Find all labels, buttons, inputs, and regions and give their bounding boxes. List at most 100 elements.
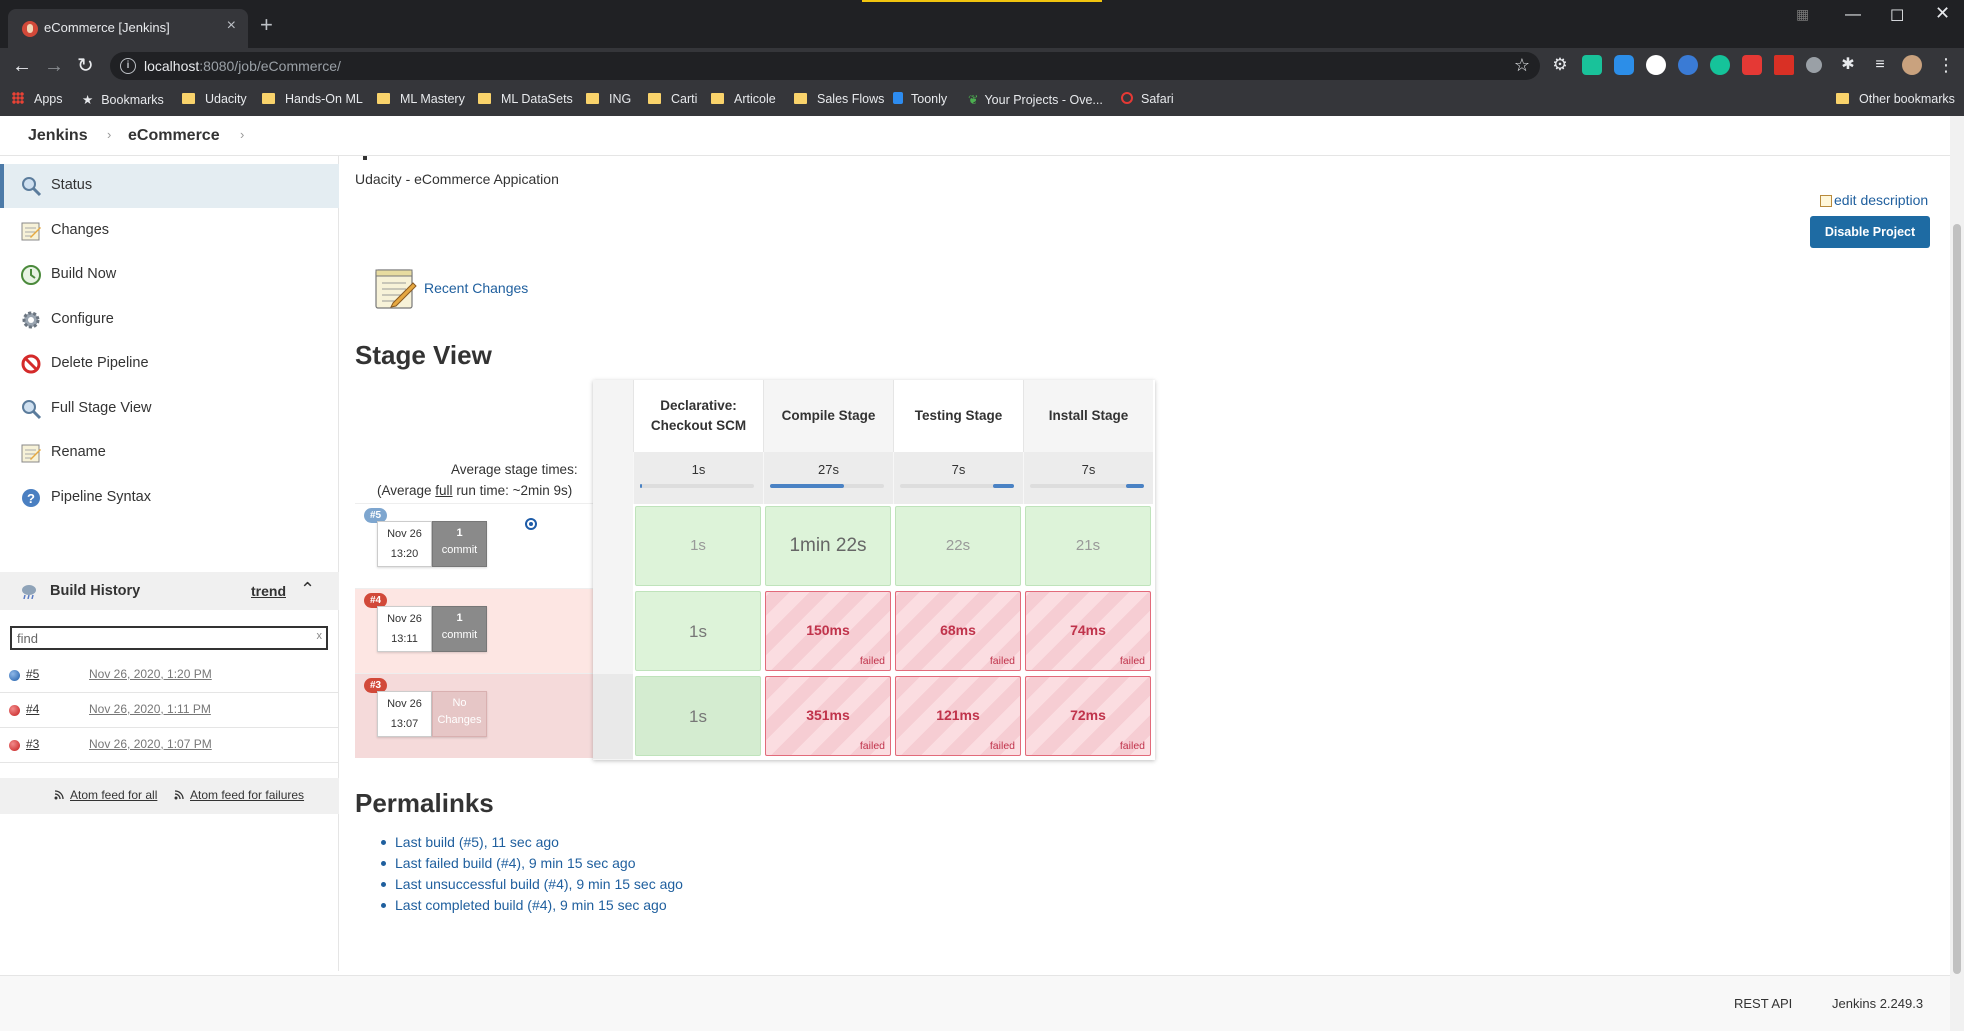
- extension-red-icon[interactable]: [1742, 55, 1762, 75]
- build-search-input[interactable]: [12, 628, 326, 648]
- bookmark-4[interactable]: Hands-On ML: [262, 92, 363, 106]
- new-tab-icon[interactable]: +: [260, 14, 273, 36]
- build-history-row: #5 Nov 26, 2020, 1:20 PM: [0, 658, 339, 693]
- bookmark-1[interactable]: Apps: [12, 92, 63, 106]
- build-row-4[interactable]: #4 Nov 26 13:11 1 commit: [355, 588, 593, 673]
- search-clear-icon[interactable]: x: [317, 630, 323, 642]
- bookmark-star-icon[interactable]: ☆: [1514, 55, 1530, 76]
- disable-project-button[interactable]: Disable Project: [1810, 216, 1930, 248]
- stage-cell[interactable]: 21s: [1025, 506, 1151, 586]
- reload-icon[interactable]: ↻: [77, 52, 94, 80]
- bookmark-10[interactable]: Sales Flows: [794, 92, 884, 106]
- extension-gray-icon[interactable]: [1806, 57, 1822, 73]
- recent-changes-link[interactable]: Recent Changes: [424, 280, 528, 296]
- sidebar-item-status[interactable]: Status: [0, 164, 339, 208]
- stage-cell[interactable]: 1s: [635, 676, 761, 756]
- bookmark-3[interactable]: Udacity: [182, 92, 247, 106]
- stage-cell[interactable]: 1min 22s: [765, 506, 891, 586]
- stage-cell[interactable]: 68ms failed: [895, 591, 1021, 671]
- build-history-search[interactable]: x: [10, 626, 328, 650]
- pdf-extension-icon[interactable]: [1774, 55, 1794, 75]
- stage-cell[interactable]: 74ms failed: [1025, 591, 1151, 671]
- jenkins-version[interactable]: Jenkins 2.249.3: [1832, 996, 1923, 1011]
- stage-cell[interactable]: 121ms failed: [895, 676, 1021, 756]
- build-number-link[interactable]: #4: [26, 702, 39, 716]
- minimize-icon[interactable]: —: [1845, 6, 1861, 24]
- sidebar-item-full-stage-view[interactable]: Full Stage View: [0, 387, 339, 431]
- bookmark-6[interactable]: ML DataSets: [478, 92, 573, 106]
- avg-full-link[interactable]: full: [435, 483, 452, 498]
- stage-cell[interactable]: 1s: [635, 506, 761, 586]
- site-info-icon[interactable]: i: [120, 58, 136, 74]
- maximize-icon[interactable]: ☐: [1890, 6, 1904, 26]
- build-changes-box[interactable]: 1 commit: [432, 606, 487, 652]
- bookmark-2[interactable]: ★ Bookmarks: [82, 92, 164, 107]
- reading-list-icon[interactable]: ≡: [1870, 55, 1890, 75]
- scrollbar-thumb[interactable]: [1953, 224, 1961, 974]
- trend-link[interactable]: trend: [251, 583, 286, 599]
- bookmark-8[interactable]: Carti: [648, 92, 697, 106]
- address-bar[interactable]: i localhost:8080/job/eCommerce/ ☆: [110, 52, 1540, 80]
- bookmark-9[interactable]: Articole: [711, 92, 776, 106]
- bookmark-12[interactable]: ❦ Your Projects - Ove...: [968, 92, 1103, 107]
- breadcrumb-ecommerce[interactable]: eCommerce: [128, 127, 220, 145]
- build-date-link[interactable]: Nov 26, 2020, 1:11 PM: [89, 702, 211, 716]
- url-host: localhost: [144, 58, 200, 74]
- sidebar-item-rename[interactable]: Rename: [0, 431, 339, 475]
- build-date-link[interactable]: Nov 26, 2020, 1:20 PM: [89, 667, 212, 681]
- collapse-chevron-icon[interactable]: ⌃: [300, 579, 315, 600]
- atom-feed-all-link[interactable]: Atom feed for all: [54, 788, 157, 802]
- build-row-5[interactable]: #5 Nov 26 13:20 1 commit: [355, 503, 593, 588]
- extension-gear-icon[interactable]: ⚙: [1550, 55, 1570, 75]
- bookmark-11[interactable]: Toonly: [893, 92, 947, 106]
- stage-cell[interactable]: 22s: [895, 506, 1021, 586]
- browser-menu-icon[interactable]: ⋮: [1936, 55, 1956, 75]
- rest-api-link[interactable]: REST API: [1734, 996, 1792, 1011]
- extensions-puzzle-icon[interactable]: ✱: [1838, 55, 1858, 75]
- build-changes-box[interactable]: No Changes: [432, 691, 487, 737]
- edit-description-link[interactable]: edit description: [1820, 192, 1928, 208]
- extension-circle-icon[interactable]: [1646, 55, 1666, 75]
- pause-input-icon[interactable]: [525, 518, 537, 530]
- extension-blue-icon[interactable]: [1678, 55, 1698, 75]
- browser-tab[interactable]: eCommerce [Jenkins] ×: [8, 9, 248, 48]
- sidebar-item-delete-pipeline[interactable]: Delete Pipeline: [0, 342, 339, 386]
- profile-avatar[interactable]: [1902, 55, 1922, 75]
- permalink-link[interactable]: Last build (#5), 11 sec ago: [381, 834, 559, 850]
- stage-cell[interactable]: 72ms failed: [1025, 676, 1151, 756]
- folder-icon: [478, 92, 501, 106]
- sidebar-item-configure[interactable]: Configure: [0, 298, 339, 342]
- stage-cell[interactable]: 150ms failed: [765, 591, 891, 671]
- grammarly-icon[interactable]: [1710, 55, 1730, 75]
- bookmark-label: ING: [609, 92, 632, 106]
- atom-feed-failures-link[interactable]: Atom feed for failures: [174, 788, 304, 802]
- back-icon[interactable]: ←: [12, 52, 32, 80]
- permalink-link[interactable]: Last completed build (#4), 9 min 15 sec …: [381, 897, 667, 913]
- sidebar-item-pipeline-syntax[interactable]: ? Pipeline Syntax: [0, 476, 339, 520]
- page-scrollbar[interactable]: [1950, 116, 1964, 1031]
- extension-cloud-icon[interactable]: [1614, 55, 1634, 75]
- build-changes-box[interactable]: 1 commit: [432, 521, 487, 567]
- build-date-link[interactable]: Nov 26, 2020, 1:07 PM: [89, 737, 212, 751]
- sidebar-item-build-now[interactable]: Build Now: [0, 253, 339, 297]
- tab-search-icon[interactable]: ▦: [1796, 6, 1809, 23]
- sidebar-item-changes[interactable]: Changes: [0, 209, 339, 253]
- forward-icon[interactable]: →: [44, 52, 64, 80]
- stage-cell[interactable]: 351ms failed: [765, 676, 891, 756]
- tab-close-icon[interactable]: ×: [227, 17, 236, 35]
- build-number-link[interactable]: #5: [26, 667, 39, 681]
- bookmark-7[interactable]: ING: [586, 92, 631, 106]
- bookmark-5[interactable]: ML Mastery: [377, 92, 465, 106]
- build-row-3[interactable]: #3 Nov 26 13:07 No Changes: [355, 673, 593, 758]
- bookmark-13[interactable]: Safari: [1121, 92, 1174, 106]
- window-close-icon[interactable]: ✕: [1935, 3, 1950, 24]
- permalink-link[interactable]: Last unsuccessful build (#4), 9 min 15 s…: [381, 876, 683, 892]
- build-number-link[interactable]: #3: [26, 737, 39, 751]
- stage-cell[interactable]: 1s: [635, 591, 761, 671]
- permalink-link[interactable]: Last failed build (#4), 9 min 15 sec ago: [380, 855, 635, 871]
- extension-n-icon[interactable]: [1582, 55, 1602, 75]
- breadcrumb-separator-icon[interactable]: ›: [240, 127, 244, 142]
- breadcrumb-separator-icon[interactable]: ›: [107, 127, 111, 142]
- other-bookmarks[interactable]: Other bookmarks: [1836, 92, 1955, 106]
- breadcrumb-jenkins[interactable]: Jenkins: [28, 127, 88, 145]
